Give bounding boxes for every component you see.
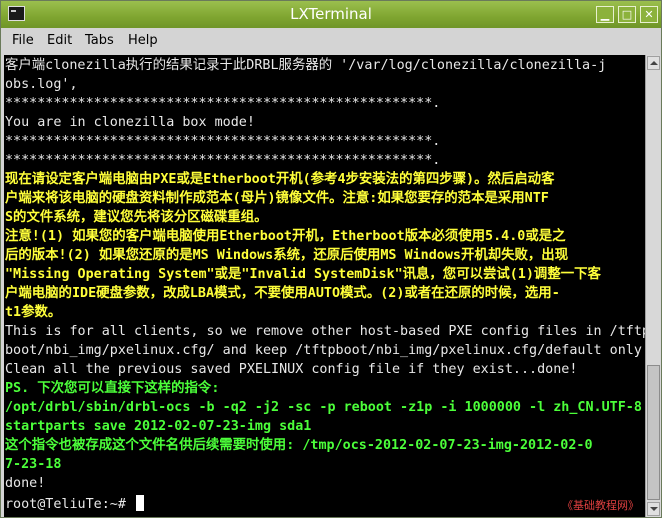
menu-file[interactable]: File	[12, 33, 34, 48]
menu-help[interactable]: Help	[128, 33, 158, 48]
scrollbar-thumb[interactable]	[647, 365, 660, 500]
menu-tabs[interactable]: Tabs	[85, 33, 114, 48]
terminal-line: 户端来将该电脑的硬盘资料制作成范本(母片)镜像文件。注意:如果您要存的范本是采用…	[5, 191, 549, 206]
terminal-line: 现在请设定客户端电脑由PXE或是Etherboot开机(参考4步安装法的第四步骤…	[5, 172, 555, 187]
terminal-line: 客户端clonezilla执行的结果记录于此DRBL服务器的 '/var/log…	[5, 58, 607, 73]
terminal-line: done!	[5, 476, 46, 491]
scroll-down-arrow-icon[interactable]	[647, 502, 660, 516]
terminal-line: 这个指令也被存成这个文件名供后续需要时使用: /tmp/ocs-2012-02-…	[5, 438, 593, 453]
terminal-line: ****************************************…	[5, 134, 441, 149]
terminal-line: t1参数。	[5, 305, 62, 320]
terminal-line: S的文件系统，建议您先将该分区磁碟重组。	[5, 210, 268, 225]
terminal-line: 注意!(1) 如果您的客户端电脑使用Etherboot开机，Etherboot版…	[5, 229, 566, 244]
terminal-line: 7-23-18	[5, 457, 62, 472]
terminal-line: ****************************************…	[5, 153, 441, 168]
terminal-line: boot/nbi_img/pxelinux.cfg/ and keep /tft…	[5, 343, 645, 358]
maximize-button[interactable]: □	[618, 6, 636, 23]
minimize-button[interactable]: ▁	[596, 6, 614, 23]
terminal-line: You are in clonezilla box mode!	[5, 115, 255, 130]
terminal-line: obs.log',	[5, 77, 78, 92]
terminal-output[interactable]: 客户端clonezilla执行的结果记录于此DRBL服务器的 '/var/log…	[4, 55, 645, 517]
terminal-line: "Missing Operating System"或是"Invalid Sys…	[5, 267, 601, 282]
terminal-window: LXTerminal ▁ □ ✕ File Edit Tabs Help 客户端…	[0, 0, 662, 518]
terminal-line: PS. 下次您可以直接下这样的指令:	[5, 381, 220, 396]
scroll-up-arrow-icon[interactable]	[647, 56, 660, 70]
prompt-line[interactable]: root@TeliuTe:~#	[5, 495, 144, 514]
terminal-line: /opt/drbl/sbin/drbl-ocs -b -q2 -j2 -sc -…	[5, 400, 642, 415]
watermark: 《基础教程网》	[562, 499, 639, 512]
menu-bar: File Edit Tabs Help	[1, 28, 661, 55]
prompt: root@TeliuTe:~#	[5, 497, 134, 512]
terminal-line: startparts save 2012-02-07-23-img sda1	[5, 419, 312, 434]
text-cursor	[136, 495, 144, 511]
title-bar[interactable]: LXTerminal ▁ □ ✕	[1, 1, 661, 28]
terminal-line: Clean all the previous saved PXELINUX co…	[5, 362, 578, 377]
terminal-line: 后的版本!(2) 如果您还原的是MS Windows系统，还原后使用MS Win…	[5, 248, 569, 263]
terminal-line: ****************************************…	[5, 96, 441, 111]
terminal-line: 户端电脑的IDE硬盘参数，改成LBA模式，不要使用AUTO模式。(2)或者在还原…	[5, 286, 560, 301]
terminal-line: This is for all clients, so we remove ot…	[5, 324, 645, 339]
window-title: LXTerminal	[290, 5, 372, 23]
menu-edit[interactable]: Edit	[47, 33, 72, 48]
vertical-scrollbar[interactable]	[645, 55, 661, 517]
close-button[interactable]: ✕	[640, 6, 658, 23]
